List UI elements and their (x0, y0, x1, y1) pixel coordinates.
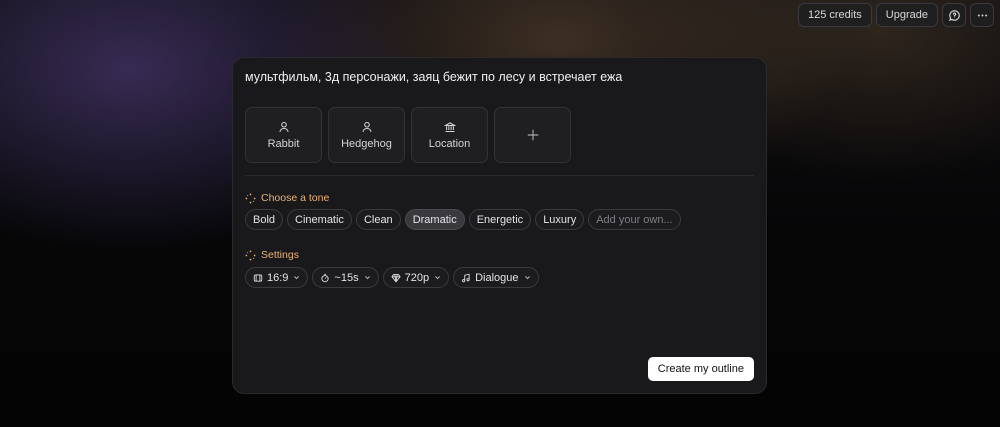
chevron-down-icon (364, 276, 370, 280)
audio-dropdown[interactable]: Dialogue (453, 267, 539, 288)
tone-chip-luxury[interactable]: Luxury (535, 209, 585, 230)
person-icon (278, 121, 289, 132)
character-list: Rabbit Hedgehog Location (245, 107, 571, 163)
duration-label: ~15s (334, 271, 359, 284)
more-button[interactable] (970, 3, 994, 27)
music-note-icon (462, 273, 470, 282)
duration-dropdown[interactable]: ~15s (312, 267, 379, 288)
timer-icon (321, 273, 329, 282)
character-card-hedgehog[interactable]: Hedgehog (328, 107, 405, 163)
chevron-down-icon (435, 276, 441, 280)
tone-options: Bold Cinematic Clean Dramatic Energetic … (245, 209, 681, 230)
sparkle-icon (245, 193, 256, 203)
diamond-icon (390, 273, 401, 282)
aspect-ratio-dropdown[interactable]: 16:9 (245, 267, 309, 288)
character-card-rabbit[interactable]: Rabbit (245, 107, 322, 163)
character-label: Location (428, 137, 471, 150)
character-label: Rabbit (267, 137, 300, 150)
aspect-ratio-icon (253, 273, 263, 282)
tone-section-title: Choose a tone (245, 192, 329, 204)
outline-card: мультфильм, 3д персонажи, заяц бежит по … (232, 57, 767, 394)
tone-chip-bold[interactable]: Bold (245, 209, 284, 230)
resolution-label: 720p (404, 271, 430, 284)
settings-section-title: Settings (245, 249, 299, 261)
upgrade-button[interactable]: Upgrade (875, 3, 938, 27)
aspect-ratio-label: 16:9 (267, 271, 289, 284)
plus-icon (527, 129, 538, 141)
more-horizontal-icon (977, 14, 987, 16)
audio-label: Dialogue (475, 271, 519, 284)
credits-button[interactable]: 125 credits (797, 3, 872, 27)
tone-chip-cinematic[interactable]: Cinematic (287, 209, 352, 230)
sparkle-icon (245, 250, 256, 260)
chevron-down-icon (294, 276, 300, 280)
settings-options: 16:9 ~15s 720p Dialogue (245, 267, 539, 288)
create-outline-button[interactable]: Create my outline (647, 357, 754, 381)
landmark-icon (443, 121, 456, 132)
top-bar: 125 credits Upgrade (797, 3, 994, 27)
custom-tone-input[interactable]: Add your own... (588, 209, 681, 230)
resolution-dropdown[interactable]: 720p (382, 267, 450, 288)
tone-chip-clean[interactable]: Clean (355, 209, 401, 230)
chevron-down-icon (524, 276, 530, 280)
help-button[interactable] (942, 3, 966, 27)
section-divider (245, 175, 754, 176)
settings-title-text: Settings (261, 249, 299, 261)
character-card-location[interactable]: Location (411, 107, 488, 163)
tone-chip-energetic[interactable]: Energetic (468, 209, 532, 230)
prompt-text[interactable]: мультфильм, 3д персонажи, заяц бежит по … (245, 70, 622, 84)
person-icon (361, 121, 372, 132)
tone-title-text: Choose a tone (261, 192, 330, 204)
tone-chip-dramatic[interactable]: Dramatic (404, 209, 465, 230)
character-label: Hedgehog (341, 137, 392, 150)
chat-help-icon (948, 9, 960, 21)
add-character-button[interactable] (494, 107, 571, 163)
